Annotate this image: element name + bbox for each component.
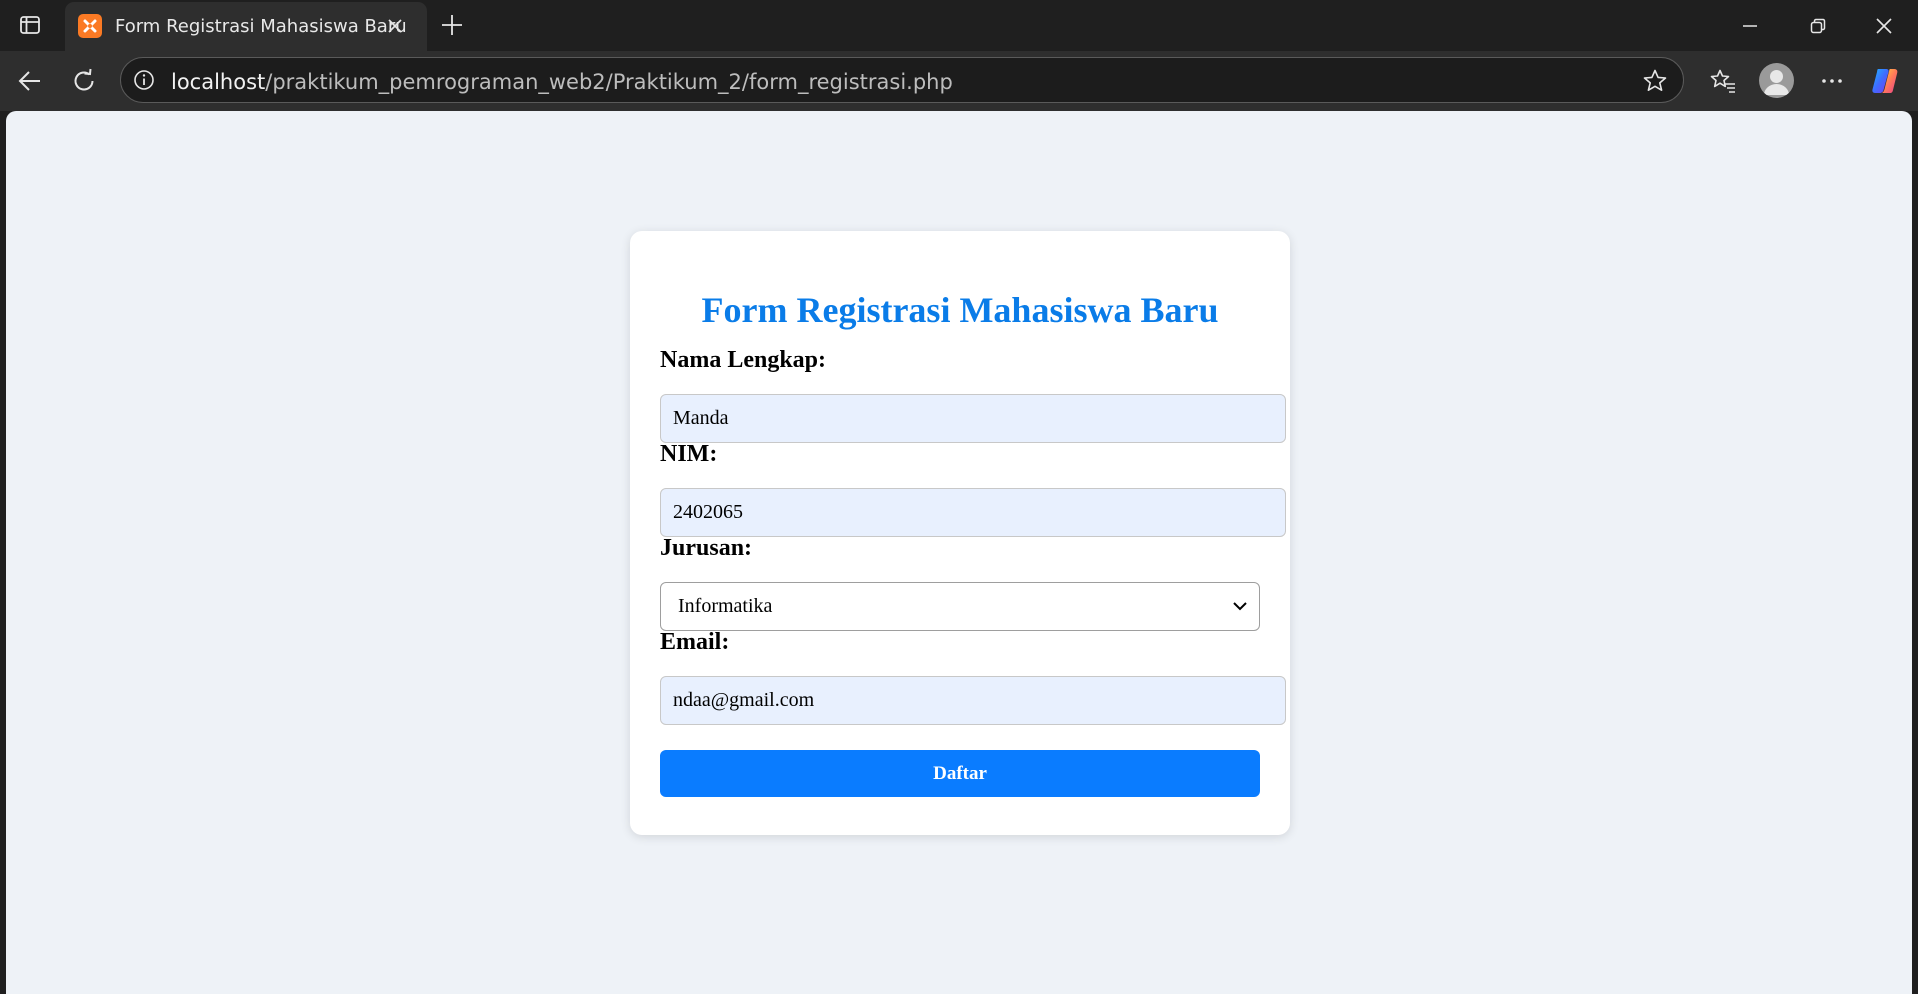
jurusan-label: Jurusan: xyxy=(660,535,753,561)
address-bar[interactable]: localhost/praktikum_pemrograman_web2/Pra… xyxy=(120,57,1684,103)
jurusan-select[interactable]: Informatika xyxy=(660,582,1260,631)
nama-input[interactable] xyxy=(660,394,1286,443)
chevron-down-icon xyxy=(1229,595,1251,617)
email-label: Email: xyxy=(660,629,730,655)
profile-icon[interactable] xyxy=(1759,63,1794,98)
jurusan-selected-value: Informatika xyxy=(678,595,773,617)
close-window-icon[interactable] xyxy=(1850,0,1918,51)
active-tab[interactable]: Form Registrasi Mahasiswa Baru xyxy=(65,2,427,51)
daftar-button[interactable]: Daftar xyxy=(660,750,1260,797)
xampp-favicon-icon xyxy=(78,14,102,38)
title-bar: Form Registrasi Mahasiswa Baru xyxy=(0,0,1918,51)
restore-icon[interactable] xyxy=(1784,0,1852,51)
tab-title: Form Registrasi Mahasiswa Baru xyxy=(115,16,407,37)
arrow-left-icon[interactable] xyxy=(10,61,50,101)
info-icon[interactable] xyxy=(131,67,157,93)
url-text[interactable]: localhost/praktikum_pemrograman_web2/Pra… xyxy=(171,70,953,94)
copilot-icon[interactable] xyxy=(1869,65,1901,97)
nim-input[interactable] xyxy=(660,488,1286,537)
nama-label: Nama Lengkap: xyxy=(660,347,827,373)
close-icon[interactable] xyxy=(383,14,407,38)
form-title: Form Registrasi Mahasiswa Baru xyxy=(701,290,1219,330)
url-path: /praktikum_pemrograman_web2/Praktikum_2/… xyxy=(265,70,953,94)
nim-label: NIM: xyxy=(660,441,718,467)
url-host: localhost xyxy=(171,70,266,94)
registration-card: Form Registrasi Mahasiswa Baru Nama Leng… xyxy=(630,231,1290,835)
reload-icon[interactable] xyxy=(64,61,104,101)
page-viewport: Form Registrasi Mahasiswa Baru Nama Leng… xyxy=(6,111,1912,994)
plus-icon[interactable] xyxy=(437,10,467,40)
minimize-icon[interactable] xyxy=(1716,0,1784,51)
email-input[interactable] xyxy=(660,676,1286,725)
more-icon[interactable] xyxy=(1812,61,1852,101)
star-icon[interactable] xyxy=(1641,67,1669,95)
favorites-icon[interactable] xyxy=(1703,61,1743,101)
browser-toolbar: localhost/praktikum_pemrograman_web2/Pra… xyxy=(0,51,1918,111)
tab-actions-icon[interactable] xyxy=(12,9,48,41)
